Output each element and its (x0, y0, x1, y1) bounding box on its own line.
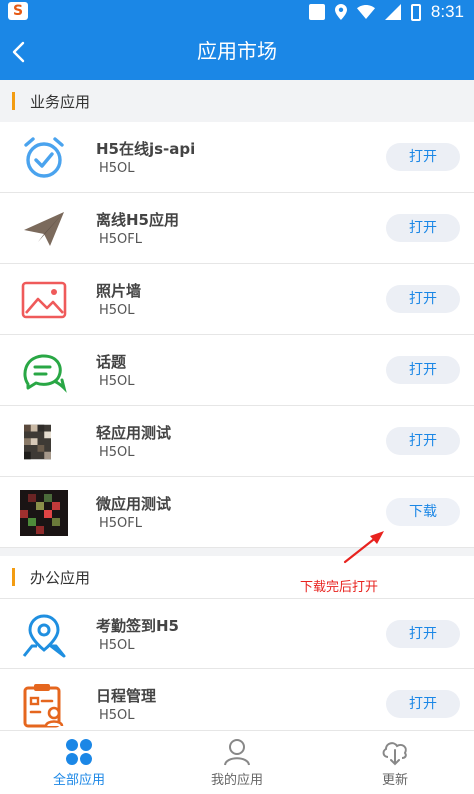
tab-label: 全部应用 (52, 773, 105, 788)
page-title: 应用市场 (197, 41, 277, 63)
user-icon (224, 739, 250, 766)
pixelated-image-icon (20, 490, 68, 536)
app-code: H5OL (99, 638, 135, 653)
list-item[interactable]: 微应用测试 H5OFL 下载 (0, 477, 474, 548)
tab-update[interactable]: 更新 (316, 731, 474, 794)
section-gap (0, 548, 474, 556)
section-header-office: 办公应用 (0, 556, 474, 598)
picture-icon (21, 281, 67, 319)
location-pin-icon (22, 614, 66, 658)
location-icon (334, 4, 347, 20)
sogou-input-icon: S (8, 2, 28, 20)
battery-icon (410, 3, 421, 21)
app-code: H5OL (99, 303, 135, 318)
pixelated-image-icon (24, 424, 51, 460)
app-name: 照片墙 (96, 282, 142, 300)
section-accent-bar (12, 92, 15, 110)
tab-all-apps[interactable]: 全部应用 (0, 731, 158, 794)
app-square-icon (308, 4, 325, 20)
tab-my-apps[interactable]: 我的应用 (158, 731, 316, 794)
list-item[interactable]: 日程管理 H5OL 打开 (0, 669, 474, 730)
open-button[interactable]: 打开 (386, 620, 460, 648)
bottom-tab-bar: 全部应用 我的应用 更新 (0, 730, 474, 793)
open-button[interactable]: 打开 (386, 214, 460, 242)
list-item[interactable]: 话题 H5OL 打开 (0, 335, 474, 406)
section-label: 业务应用 (30, 93, 91, 111)
app-name: 离线H5应用 (96, 211, 179, 229)
open-button[interactable]: 打开 (386, 690, 460, 718)
app-bar: 应用市场 (0, 24, 474, 80)
clipboard-person-icon (23, 684, 64, 728)
app-code: H5OL (99, 445, 135, 460)
open-button[interactable]: 打开 (386, 285, 460, 313)
list-item[interactable]: 照片墙 H5OL 打开 (0, 264, 474, 335)
list-item[interactable]: 离线H5应用 H5OFL 打开 (0, 193, 474, 264)
clock: 8:31 (430, 2, 464, 21)
signal-icon (384, 4, 401, 20)
app-code: H5OFL (99, 516, 142, 531)
status-bar: S 8:31 (0, 0, 474, 24)
section-header-business: 业务应用 (0, 80, 474, 122)
alarm-clock-icon (24, 137, 64, 178)
tab-label: 我的应用 (210, 773, 263, 788)
open-button[interactable]: 打开 (386, 427, 460, 455)
cloud-download-icon (382, 742, 407, 766)
grid-icon (66, 739, 92, 765)
app-name: 考勤签到H5 (96, 617, 179, 635)
app-code: H5OFL (99, 232, 142, 247)
app-name: H5在线js-api (96, 140, 196, 158)
download-button[interactable]: 下载 (386, 498, 460, 526)
app-list[interactable]: 业务应用 H5在线js-api H5OL 打开 离线H5应用 H5OFL 打开 … (0, 80, 474, 730)
app-name: 日程管理 (96, 687, 157, 705)
list-item[interactable]: 轻应用测试 H5OL 打开 (0, 406, 474, 477)
app-code: H5OL (99, 708, 135, 723)
section-label: 办公应用 (30, 569, 91, 587)
wifi-icon (356, 5, 375, 19)
app-name: 轻应用测试 (96, 424, 172, 442)
paper-plane-icon (24, 212, 64, 246)
app-code: H5OL (99, 374, 135, 389)
app-name: 微应用测试 (96, 495, 172, 513)
app-code: H5OL (99, 161, 135, 176)
open-button[interactable]: 打开 (386, 143, 460, 171)
list-item[interactable]: H5在线js-api H5OL 打开 (0, 122, 474, 193)
open-button[interactable]: 打开 (386, 356, 460, 384)
annotation-note: 下载完后打开 (300, 580, 379, 595)
chat-bubbles-icon (23, 354, 67, 393)
section-accent-bar (12, 568, 15, 586)
tab-label: 更新 (381, 773, 408, 788)
list-item[interactable]: 考勤签到H5 H5OL 打开 (0, 598, 474, 669)
app-name: 话题 (96, 353, 127, 371)
